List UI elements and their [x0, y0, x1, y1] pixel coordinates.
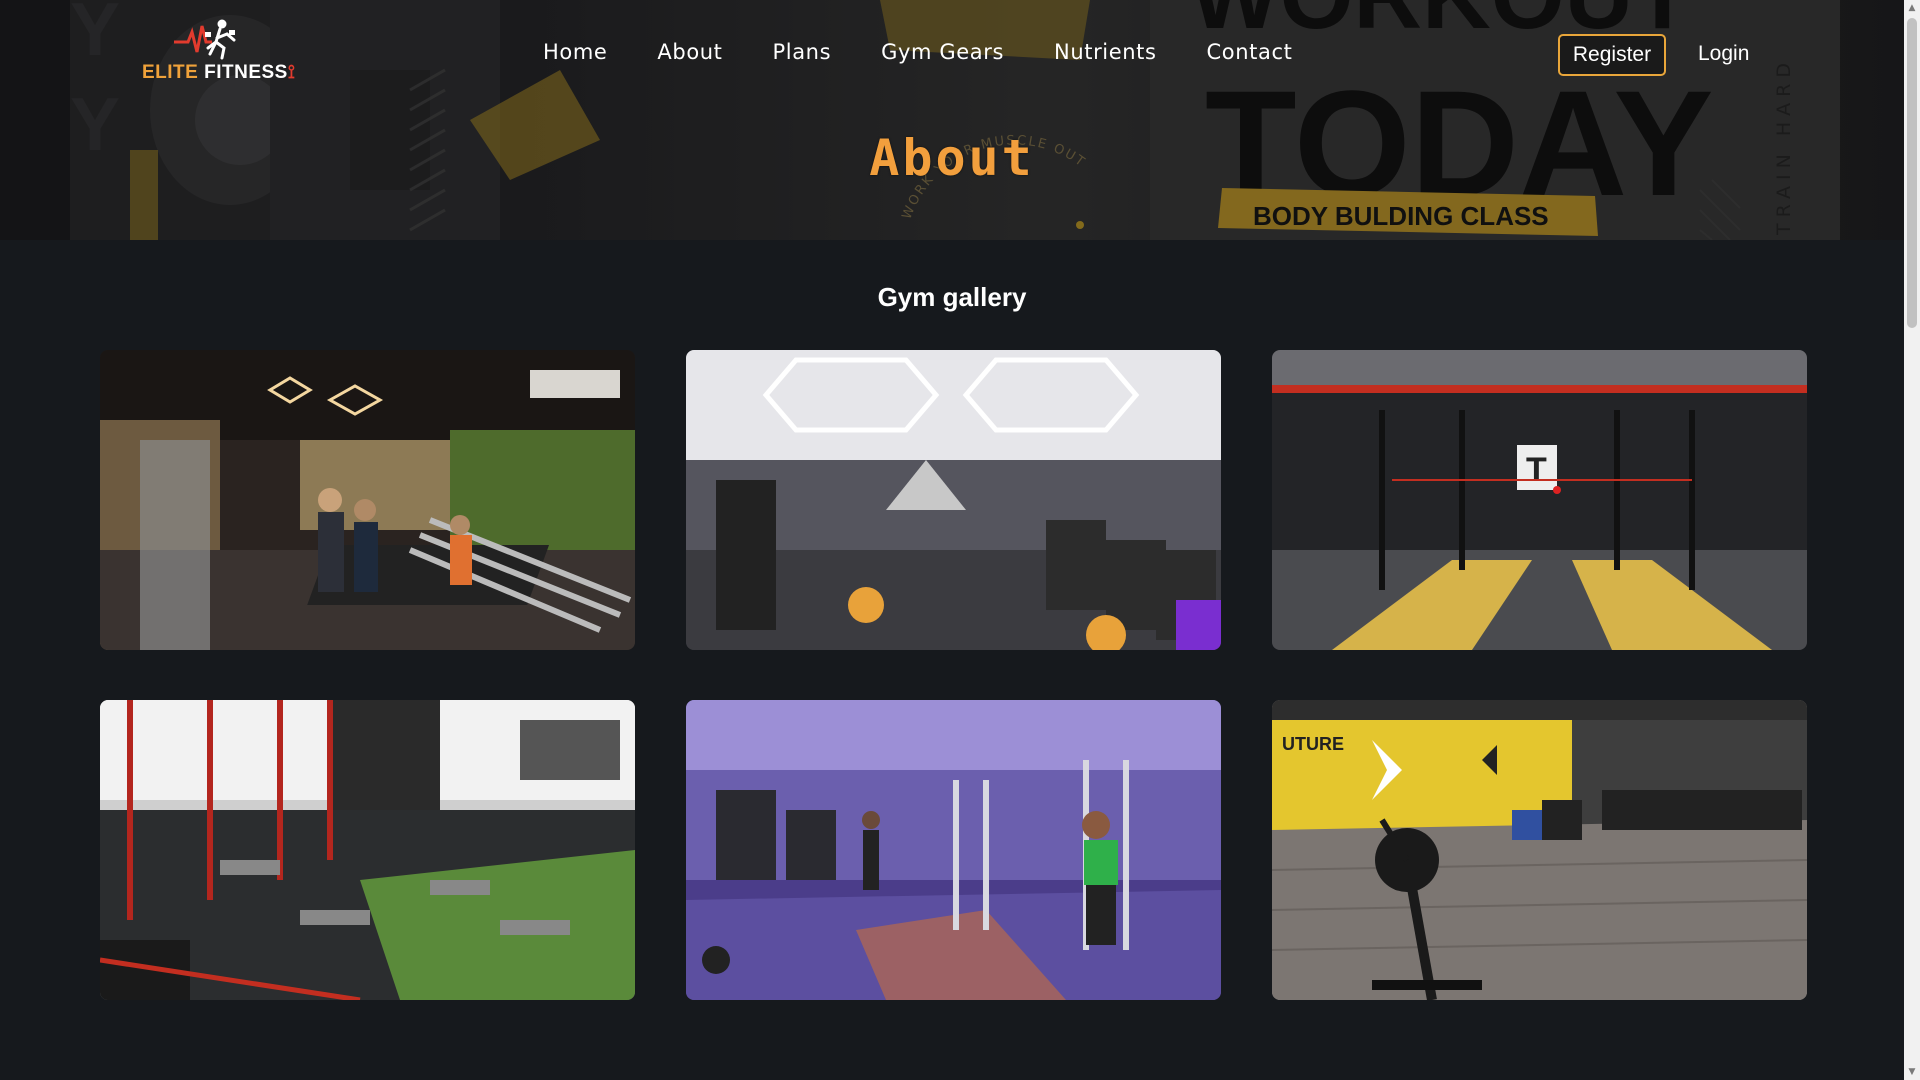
gym-photo-1-image: [100, 350, 635, 650]
nav-about[interactable]: About: [657, 40, 722, 64]
gym-photo-6-image: UTURE: [1272, 700, 1807, 1000]
gallery-heading: Gym gallery: [877, 282, 1027, 312]
nav-contact[interactable]: Contact: [1207, 40, 1293, 64]
gym-photo-5-image: [686, 700, 1221, 1000]
main-nav: Home About Plans Gym Gears Nutrients Con…: [543, 40, 1342, 64]
login-link[interactable]: Login: [1698, 42, 1749, 66]
register-button[interactable]: Register: [1558, 34, 1666, 76]
gallery-photo-6[interactable]: UTURE: [1272, 700, 1807, 1000]
nav-plans[interactable]: Plans: [773, 40, 832, 64]
logo-runner-icon: [174, 19, 236, 60]
gallery-photo-4[interactable]: [100, 700, 635, 1000]
scrollbar-thumb[interactable]: [1907, 18, 1917, 328]
svg-text:UTURE: UTURE: [1282, 734, 1344, 754]
nav-home[interactable]: Home: [543, 40, 607, 64]
scroll-up-arrow-icon[interactable]: ▲: [1904, 0, 1920, 16]
gym-photo-3-image: T: [1272, 350, 1807, 650]
scroll-down-arrow-icon[interactable]: ▼: [1904, 1064, 1920, 1080]
gallery-photo-3[interactable]: T: [1272, 350, 1807, 650]
gallery-photo-5[interactable]: [686, 700, 1221, 1000]
svg-text:T: T: [1526, 451, 1547, 489]
brand-wordmark: ELITE FITNESS⟟: [142, 62, 296, 83]
brand-logo[interactable]: ELITE FITNESS⟟: [142, 18, 295, 86]
gym-photo-2-image: [686, 350, 1221, 650]
gallery-photo-1[interactable]: [100, 350, 635, 650]
gallery-photo-2[interactable]: [686, 350, 1221, 650]
page-title: About: [869, 129, 1035, 187]
gym-photo-4-image: [100, 700, 635, 1000]
nav-nutrients[interactable]: Nutrients: [1054, 40, 1157, 64]
nav-gym-gears[interactable]: Gym Gears: [881, 40, 1004, 64]
page-scrollbar[interactable]: ▲ ▼: [1904, 0, 1920, 1080]
